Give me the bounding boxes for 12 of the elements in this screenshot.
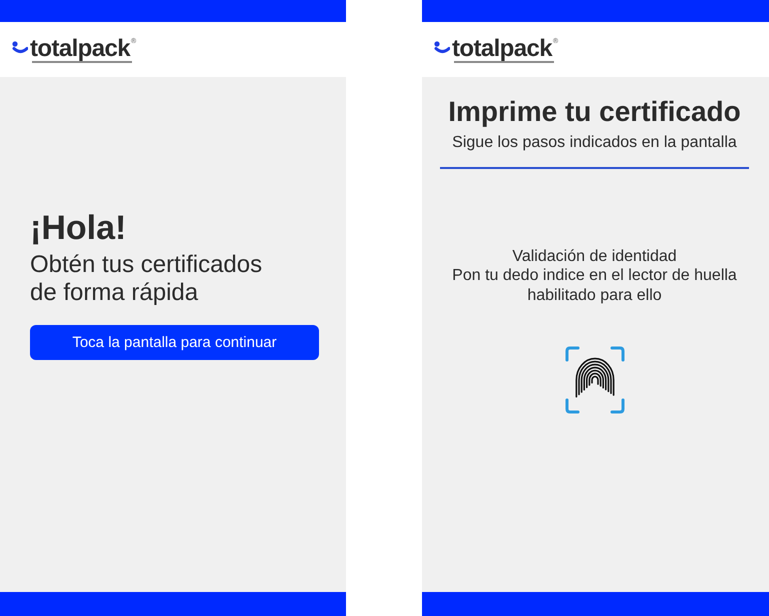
page-title: Imprime tu certificado — [448, 95, 741, 129]
subheading-text: Obtén tus certificados de forma rápida — [30, 251, 264, 307]
logo-smile-icon — [12, 41, 28, 54]
step-label: Validación de identidad — [512, 247, 677, 266]
logo-wordmark: totalpack — [30, 38, 130, 60]
logo-smile-icon — [434, 41, 450, 54]
continue-button[interactable]: Toca la pantalla para continuar — [30, 325, 319, 360]
greeting-heading: ¡Hola! — [30, 208, 128, 248]
fingerprint-scan-icon — [564, 346, 624, 414]
logo-wordmark: totalpack — [452, 38, 552, 60]
instruction-text: Pon tu dedo indice en el lector de huella habilitado para ello — [451, 266, 738, 306]
subtitle-text: Sigue los pasos indicados en la pantalla — [452, 133, 737, 153]
